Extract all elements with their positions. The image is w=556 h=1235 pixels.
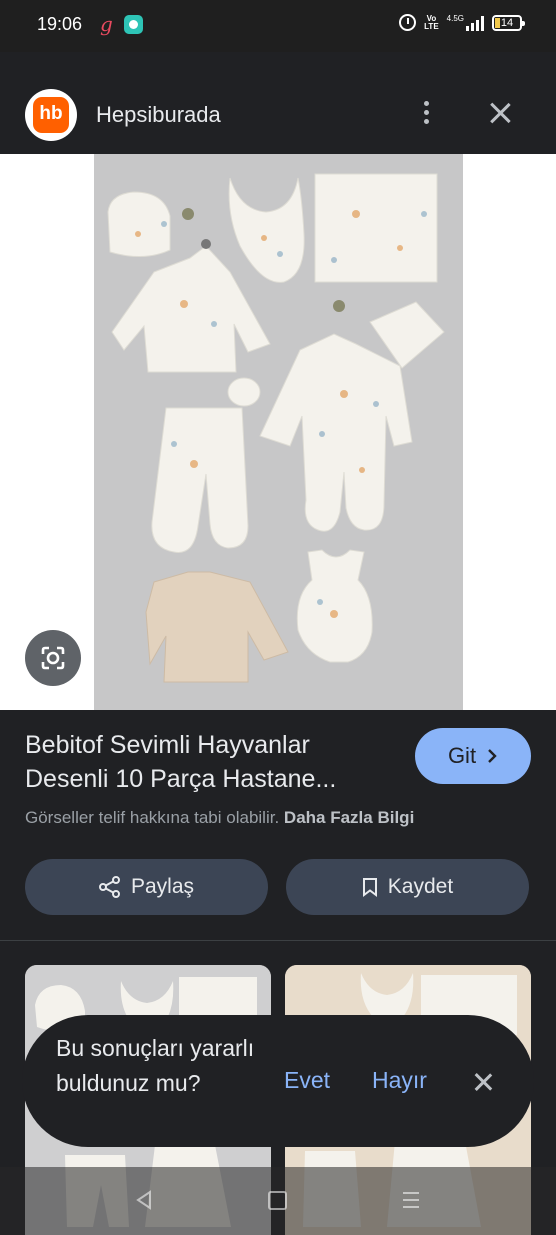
visit-button-label: Git [447, 743, 477, 768]
messaging-app-icon [124, 15, 143, 34]
battery-level: 14 [500, 16, 514, 29]
google-lens-icon[interactable] [25, 630, 81, 686]
product-title-line-1: Bebitof Sevimli Hayvanlar [25, 731, 310, 759]
battery-icon: 14 [492, 14, 525, 31]
visit-button[interactable]: Git [415, 728, 531, 784]
close-icon[interactable] [484, 97, 516, 129]
alarm-icon [399, 14, 417, 31]
hepsiburada-logo-icon: hb [33, 97, 69, 133]
share-button[interactable]: Paylaş [25, 859, 268, 915]
viewer-header: hb Hepsiburada [0, 52, 556, 154]
status-indicators: Vo LTE 4.5G 14 [399, 13, 525, 31]
chevron-right-icon [488, 749, 497, 763]
share-label: Paylaş [130, 875, 195, 898]
back-icon[interactable] [134, 1189, 154, 1211]
network-type: 4.5G [446, 14, 464, 23]
home-icon[interactable] [268, 1191, 287, 1210]
site-name[interactable]: Hepsiburada [96, 102, 221, 128]
system-navigation-bar [0, 1167, 556, 1235]
product-title[interactable]: Bebitof Sevimli Hayvanlar Desenli 10 Par… [25, 728, 400, 796]
lens-glyph [41, 646, 65, 670]
feedback-yes-button[interactable]: Evet [284, 1067, 330, 1094]
learn-more-link[interactable]: Daha Fazla Bilgi [284, 808, 414, 827]
site-logo[interactable]: hb [25, 89, 77, 141]
share-icon [98, 876, 120, 898]
signal-icon [466, 15, 484, 31]
close-icon[interactable] [472, 1071, 494, 1093]
baby-clothes-illustration [94, 154, 463, 710]
more-vert-icon[interactable] [416, 98, 436, 128]
status-bar: 19:06 g Vo LTE 4.5G 14 [0, 0, 556, 52]
product-image[interactable] [94, 154, 463, 710]
image-preview-area [0, 154, 556, 710]
product-title-line-2: Desenli 10 Parça Hastane... [25, 765, 337, 793]
save-button[interactable]: Kaydet [286, 859, 529, 915]
feedback-question: Bu sonuçları yararlı buldunuz mu? [56, 1035, 255, 1096]
feedback-prompt: Bu sonuçları yararlı buldunuz mu? Evet H… [22, 1015, 534, 1147]
app-notification-icon: g [100, 12, 113, 36]
section-divider [0, 940, 556, 941]
copyright-notice: Görseller telif hakkına tabi olabilir. D… [25, 808, 414, 828]
recents-menu-icon[interactable] [401, 1189, 421, 1211]
bookmark-icon [362, 878, 377, 897]
copyright-text: Görseller telif hakkına tabi olabilir. [25, 808, 280, 827]
feedback-no-button[interactable]: Hayır [372, 1067, 427, 1094]
save-label: Kaydet [387, 875, 454, 898]
status-time: 19:06 [37, 14, 83, 34]
volte-indicator: Vo LTE [424, 13, 439, 31]
